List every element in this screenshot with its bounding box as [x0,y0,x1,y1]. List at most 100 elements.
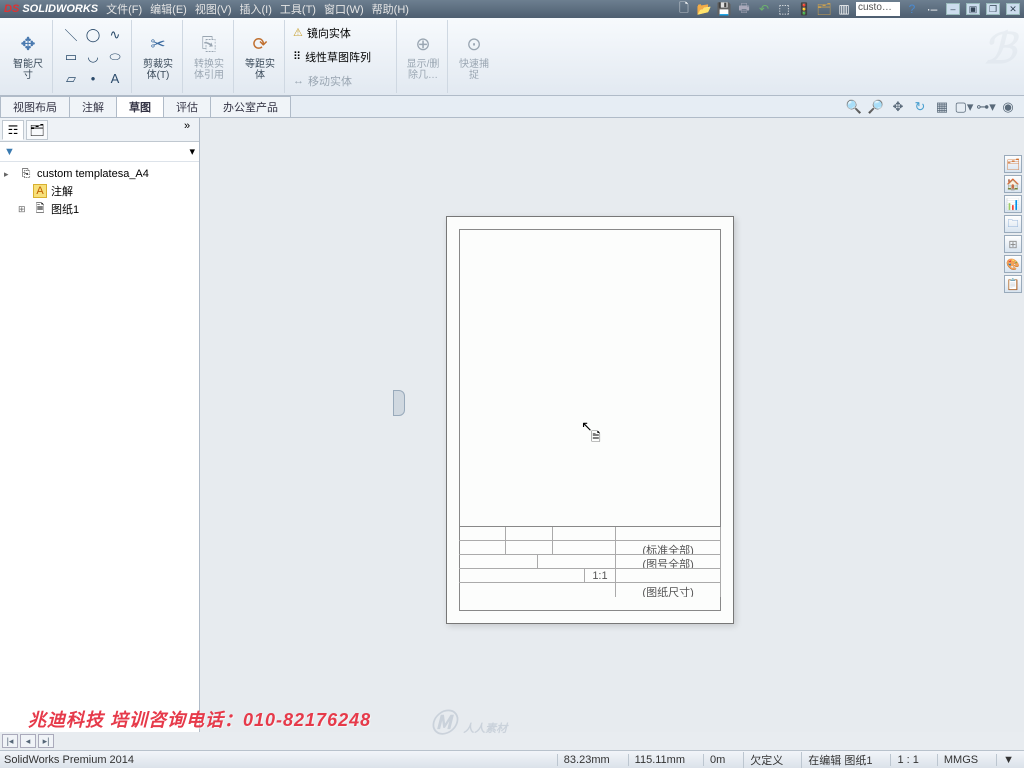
traffic-icon[interactable]: 🚦 [796,1,812,17]
ribbon: ✥ 智能尺 寸 ＼ ◯ ∿ ▭ ◡ ⬭ ▱ • A ✂ 剪裁实 体(T) ⎘ 转… [0,18,1024,96]
circle-icon[interactable]: ◯ [83,25,103,45]
sheet-navigation: |◂ ◂ ▸| [2,734,54,748]
appearance-icon[interactable]: ◉ [1000,99,1016,115]
status-defined: 欠定义 [743,752,789,768]
resources-tab-icon[interactable]: 🗂 [1004,155,1022,173]
menu-view[interactable]: 视图(V) [195,1,232,17]
move-icon: ↔ [293,75,304,87]
feature-manager-panel: ☶ 🗂 » ▼ ▾ ▸ ⎘ custom templatesa_A4 A 注解 … [0,118,200,732]
point-icon[interactable]: • [83,69,103,89]
expand-sheet-icon[interactable]: ⊞ [18,204,29,215]
minimize-button[interactable]: ‒ [946,3,960,15]
section-icon[interactable]: ▦ [934,99,950,115]
menu-tools[interactable]: 工具(T) [280,1,316,17]
tree-root[interactable]: ▸ ⎘ custom templatesa_A4 [2,166,197,182]
mirror-entities-button[interactable]: ⚠ 镜向实体 [293,25,351,41]
status-app: SolidWorks Premium 2014 [4,754,134,766]
home-tab-icon[interactable]: 🏠 [1004,175,1022,193]
menu-insert[interactable]: 插入(I) [240,1,272,17]
undo-icon[interactable]: ↶ [756,1,772,17]
expand-icon[interactable]: ▸ [4,169,15,180]
relations-icon: ⊕ [411,33,435,57]
status-menu-icon[interactable]: ▼ [996,754,1020,766]
drawing-sheet[interactable]: (标准全部) (图号全部) 1:1 (图纸尺寸) [446,216,734,624]
tab-annotation[interactable]: 注解 [69,96,117,117]
maximize-button[interactable]: ❐ [986,3,1000,15]
collapse-panel-icon[interactable]: » [177,120,197,139]
view-toolbar: 🔍 🔎 ✥ ↻ ▦ ▢▾ ⊶▾ ◉ [846,96,1024,117]
smart-dimension-button[interactable]: ✥ 智能尺 寸 [10,33,46,81]
text-icon[interactable]: A [105,69,125,89]
arc-icon[interactable]: ◡ [83,47,103,67]
snap-icon: ⊙ [462,33,486,57]
file-explorer-icon[interactable]: 🗀 [1004,215,1022,233]
tab-office[interactable]: 办公室产品 [210,96,291,117]
linear-pattern-button[interactable]: ⠿ 线性草图阵列 [293,49,371,65]
filter-input[interactable] [19,144,186,160]
view-palette-icon[interactable]: ⊞ [1004,235,1022,253]
save-icon[interactable]: 💾 [716,1,732,17]
tab-sketch[interactable]: 草图 [116,96,164,117]
sheet-prev-icon[interactable]: ◂ [20,734,36,748]
title-block[interactable]: (标准全部) (图号全部) 1:1 (图纸尺寸) [459,526,721,611]
search-box[interactable]: custo… [856,2,900,16]
tab-evaluate[interactable]: 评估 [163,96,211,117]
appearances-icon[interactable]: 🎨 [1004,255,1022,273]
zoom-fit-icon[interactable]: 🔎 [868,99,884,115]
spline-icon[interactable]: ∿ [105,25,125,45]
ellipse-icon[interactable]: ⬭ [105,47,125,67]
menu-file[interactable]: 文件(F) [106,1,142,17]
new-icon[interactable]: 🗋 [676,1,692,17]
rect-icon[interactable]: ▭ [61,47,81,67]
help-icon[interactable]: ? [904,1,920,17]
settings-icon[interactable]: ▥ [836,1,852,17]
status-units[interactable]: MMGS [937,754,984,766]
filter-dropdown-icon[interactable]: ▾ [189,145,195,158]
rotate-icon[interactable]: ↻ [912,99,928,115]
offset-entities-button[interactable]: ⟳ 等距实 体 [242,33,278,81]
task-pane: 🗂 🏠 📊 🗀 ⊞ 🎨 📋 [1004,155,1024,293]
menu-window[interactable]: 窗口(W) [324,1,364,17]
restore-button[interactable]: ▣ [966,3,980,15]
close-button[interactable]: ✕ [1006,3,1020,15]
move-entities-button[interactable]: ↔ 移动实体 [293,73,352,89]
offset-icon: ⟳ [248,33,272,57]
feature-tree: ▸ ⎘ custom templatesa_A4 A 注解 ⊞ 🗎 图纸1 [0,162,199,732]
tb-size: (图纸尺寸) [616,583,721,597]
overlay-company-text: 兆迪科技 培训咨询电话：010-82176248 [28,706,371,732]
status-z: 0m [703,754,731,766]
convert-entities-button[interactable]: ⎘ 转换实 体引用 [191,33,227,81]
zoom-in-icon[interactable]: 🔍 [846,99,862,115]
graphics-viewport[interactable]: (标准全部) (图号全部) 1:1 (图纸尺寸) ↖🗎 [200,118,1024,732]
pattern-icon: ⠿ [293,50,301,63]
slot-icon[interactable]: ▱ [61,69,81,89]
menu-edit[interactable]: 编辑(E) [150,1,187,17]
filter-icon[interactable]: ▼ [4,146,15,158]
feature-tree-tab-icon[interactable]: ☶ [2,120,24,140]
property-tab-icon[interactable]: 🗂 [26,120,48,140]
pan-icon[interactable]: ✥ [890,99,906,115]
status-x: 83.23mm [557,754,616,766]
hide-show-icon[interactable]: ⊶▾ [978,99,994,115]
custom-props-icon[interactable]: 📋 [1004,275,1022,293]
menu-help[interactable]: 帮助(H) [372,1,409,17]
tree-annotations[interactable]: A 注解 [2,182,197,200]
quick-snap-button[interactable]: ⊙ 快速捕 捉 [456,33,492,81]
tb-std: (标准全部) [616,541,721,554]
panel-splitter[interactable] [393,390,405,416]
select-icon[interactable]: ⬚ [776,1,792,17]
options-icon[interactable]: 🗂 [816,1,832,17]
display-style-icon[interactable]: ▢▾ [956,99,972,115]
tab-view-layout[interactable]: 视图布局 [0,96,70,117]
sheet-first-icon[interactable]: |◂ [2,734,18,748]
sheet-next-icon[interactable]: ▸| [38,734,54,748]
open-icon[interactable]: 📂 [696,1,712,17]
tree-sheet1[interactable]: ⊞ 🗎 图纸1 [2,200,197,218]
show-delete-button[interactable]: ⊕ 显示/删 除几… [405,33,441,81]
print-icon[interactable]: 🖶 [736,1,752,17]
trim-entities-button[interactable]: ✂ 剪裁实 体(T) [140,33,176,81]
tree-sheet1-label: 图纸1 [51,201,79,217]
annotation-icon: A [33,184,47,198]
line-icon[interactable]: ＼ [61,25,81,45]
design-library-icon[interactable]: 📊 [1004,195,1022,213]
